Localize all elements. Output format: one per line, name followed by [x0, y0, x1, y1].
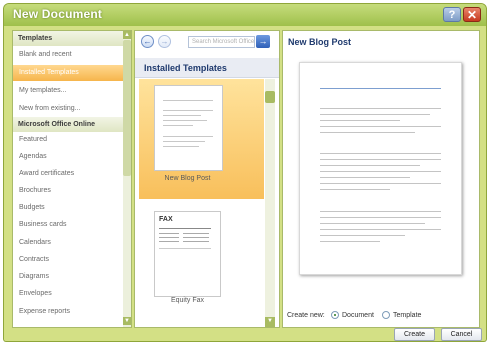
- blog-post-thumbnail: [154, 85, 223, 171]
- template-radio[interactable]: [382, 311, 390, 319]
- category-budgets[interactable]: Budgets: [13, 200, 123, 216]
- category-calendars[interactable]: Calendars: [13, 235, 123, 251]
- category-brochures[interactable]: Brochures: [13, 183, 123, 199]
- category-award-certificates[interactable]: Award certificates: [13, 166, 123, 182]
- document-radio[interactable]: [331, 311, 339, 319]
- scroll-down-arrow-icon[interactable]: ▼: [123, 317, 131, 325]
- templates-scroll-thumb[interactable]: [265, 91, 275, 103]
- dialog-title: New Document: [13, 7, 103, 21]
- office-online-header: Microsoft Office Online: [13, 117, 123, 132]
- category-contracts[interactable]: Contracts: [13, 252, 123, 268]
- new-document-dialog: New Document ? ✕ Templates Blank and rec…: [4, 4, 486, 341]
- scroll-down-arrow-icon[interactable]: ▼: [265, 317, 275, 327]
- installed-templates-heading: Installed Templates: [135, 58, 279, 78]
- template-radio-label[interactable]: Template: [393, 312, 421, 319]
- document-radio-label[interactable]: Document: [342, 312, 374, 319]
- category-blank-and-recent[interactable]: Blank and recent: [13, 47, 123, 63]
- categories-scroll-thumb[interactable]: [123, 40, 131, 176]
- create-new-label: Create new:: [287, 312, 325, 319]
- template-new-blog-post[interactable]: New Blog Post: [139, 79, 264, 199]
- category-my-templates[interactable]: My templates...: [13, 83, 123, 99]
- templates-scrollbar[interactable]: ▼: [265, 79, 275, 327]
- scroll-up-arrow-icon[interactable]: ▲: [123, 31, 131, 39]
- category-diagrams[interactable]: Diagrams: [13, 269, 123, 285]
- preview-pane: New Blog Post Create new: Document Templ…: [282, 30, 480, 328]
- categories-scrollbar[interactable]: ▲ ▼: [123, 31, 131, 327]
- forward-arrow-icon[interactable]: →: [158, 35, 171, 48]
- close-icon[interactable]: ✕: [463, 7, 481, 22]
- create-button[interactable]: Create: [394, 328, 435, 341]
- category-expense-reports[interactable]: Expense reports: [13, 304, 123, 320]
- fax-thumbnail-text: FAX: [159, 216, 173, 223]
- cancel-button[interactable]: Cancel: [441, 328, 482, 341]
- back-arrow-icon[interactable]: ←: [141, 35, 154, 48]
- template-equity-fax[interactable]: FAX: [154, 211, 221, 297]
- title-bar[interactable]: New Document ? ✕: [4, 4, 486, 26]
- category-agendas[interactable]: Agendas: [13, 149, 123, 165]
- help-icon[interactable]: ?: [443, 7, 461, 22]
- template-label: Equity Fax: [170, 297, 205, 304]
- category-installed-templates[interactable]: Installed Templates: [13, 65, 123, 81]
- document-preview: [299, 62, 462, 275]
- category-business-cards[interactable]: Business cards: [13, 217, 123, 233]
- category-envelopes[interactable]: Envelopes: [13, 286, 123, 302]
- preview-title: New Blog Post: [288, 37, 352, 47]
- template-label: New Blog Post: [164, 175, 211, 182]
- search-input[interactable]: Search Microsoft Office Online: [188, 36, 255, 48]
- templates-header: Templates: [13, 31, 123, 46]
- search-go-icon[interactable]: →: [256, 35, 270, 48]
- category-new-from-existing[interactable]: New from existing...: [13, 101, 123, 117]
- templates-list-pane: ← → Search Microsoft Office Online → Ins…: [134, 30, 280, 328]
- category-featured[interactable]: Featured: [13, 132, 123, 148]
- template-categories-pane: Templates Blank and recent Installed Tem…: [12, 30, 132, 328]
